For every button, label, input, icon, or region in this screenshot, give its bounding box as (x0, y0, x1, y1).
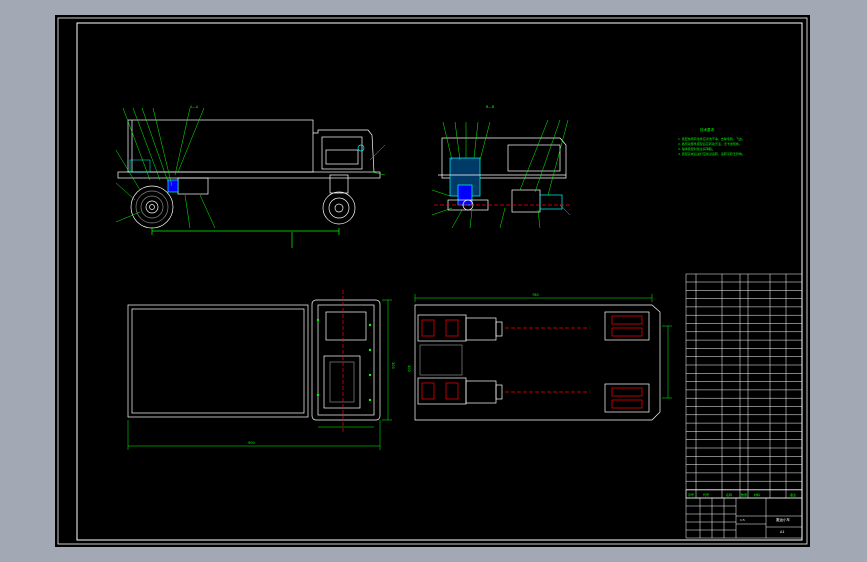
notes-line-3: 3. 轴承装配时加注润滑脂。 (678, 146, 715, 151)
header-qty: 数量 (741, 492, 747, 497)
section-view-label: B—B (486, 105, 495, 109)
bottom-view-width-dim: 780 (532, 293, 539, 297)
cad-drawing: A—A B—B 技术要求 1. 装配前所有零件应清洗干净，去除毛刺、飞边。 2.… (55, 15, 810, 547)
drawing-sheet (55, 15, 810, 547)
header-name: 名称 (726, 492, 732, 497)
header-material: 材料 (754, 492, 760, 497)
drawing-name: 搬运小车 (776, 517, 790, 522)
top-view-width-dim: 900 (248, 441, 255, 445)
front-view-label: A—A (190, 105, 199, 109)
header-remark: 备注 (790, 492, 796, 497)
drawing-scale: 1:5 (740, 518, 745, 522)
drawing-sheet-size: A1 (780, 530, 785, 534)
notes-line-2: 2. 各传动部件装配后应转动灵活，无卡滞现象。 (678, 141, 742, 146)
bottom-view-height-dim: 300 (407, 365, 411, 372)
notes-line-4: 4. 装配完成后进行空载试运转，运转平稳无异响。 (678, 151, 745, 156)
header-index: 序号 (688, 492, 694, 497)
notes-heading: 技术要求 (700, 127, 714, 132)
notes-line-1: 1. 装配前所有零件应清洗干净，去除毛刺、飞边。 (678, 136, 745, 141)
top-view-height-dim: 300 (391, 362, 395, 369)
header-code: 代号 (703, 492, 709, 497)
